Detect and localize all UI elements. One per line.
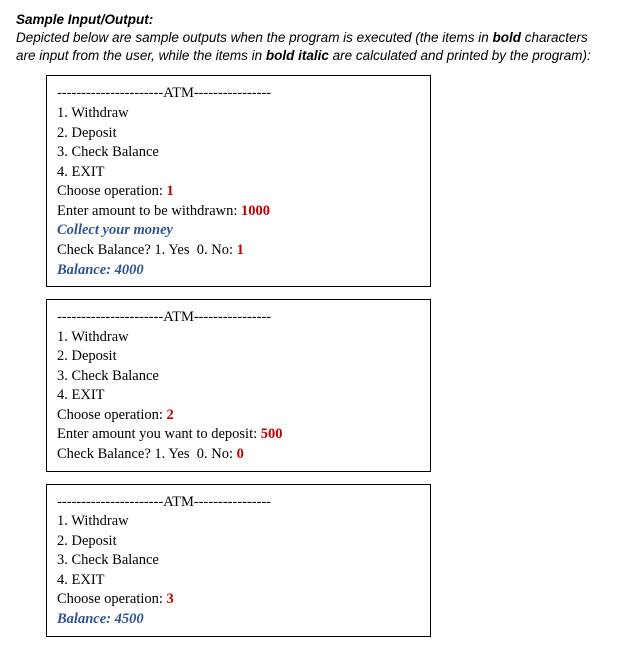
- choose-op-input: 1: [167, 183, 174, 199]
- menu-withdraw: 1. Withdraw: [57, 328, 420, 348]
- atm-header: ----------------------ATM---------------…: [57, 493, 420, 513]
- intro-bold: bold: [493, 30, 522, 45]
- choose-op-label: Choose operation:: [57, 183, 167, 199]
- menu-check-balance: 3. Check Balance: [57, 367, 420, 387]
- checkbal-line: Check Balance? 1. Yes 0. No: 0: [57, 445, 420, 465]
- withdraw-label: Enter amount to be withdrawn:: [57, 203, 241, 219]
- checkbal-input: 0: [237, 446, 244, 462]
- balance-output: Balance: 4000: [57, 261, 420, 281]
- menu-check-balance: 3. Check Balance: [57, 143, 420, 163]
- menu-exit: 4. EXIT: [57, 163, 420, 183]
- deposit-line: Enter amount you want to deposit: 500: [57, 425, 420, 445]
- withdraw-input: 1000: [241, 203, 270, 219]
- checkbal-input: 1: [237, 242, 244, 258]
- atm-header: ----------------------ATM---------------…: [57, 84, 420, 104]
- withdraw-line: Enter amount to be withdrawn: 1000: [57, 202, 420, 222]
- deposit-label: Enter amount you want to deposit:: [57, 426, 261, 442]
- atm-header: ----------------------ATM---------------…: [57, 308, 420, 328]
- checkbal-label: Check Balance? 1. Yes 0. No:: [57, 446, 237, 462]
- intro-part3: are calculated and printed by the progra…: [329, 48, 591, 63]
- sample-box-2: ----------------------ATM---------------…: [46, 299, 431, 472]
- intro-paragraph: Depicted below are sample outputs when t…: [16, 29, 610, 65]
- menu-withdraw: 1. Withdraw: [57, 104, 420, 124]
- choose-op-input: 3: [167, 591, 174, 607]
- intro-bold-italic: bold italic: [266, 48, 329, 63]
- deposit-input: 500: [261, 426, 283, 442]
- choose-op-label: Choose operation:: [57, 407, 167, 423]
- choose-op-line: Choose operation: 2: [57, 406, 420, 426]
- choose-op-label: Choose operation:: [57, 591, 167, 607]
- sample-box-3: ----------------------ATM---------------…: [46, 484, 431, 637]
- menu-withdraw: 1. Withdraw: [57, 512, 420, 532]
- checkbal-line: Check Balance? 1. Yes 0. No: 1: [57, 241, 420, 261]
- menu-deposit: 2. Deposit: [57, 347, 420, 367]
- menu-deposit: 2. Deposit: [57, 124, 420, 144]
- sample-box-1: ----------------------ATM---------------…: [46, 75, 431, 287]
- menu-exit: 4. EXIT: [57, 571, 420, 591]
- menu-exit: 4. EXIT: [57, 386, 420, 406]
- balance-output: Balance: 4500: [57, 610, 420, 630]
- intro-part1: Depicted below are sample outputs when t…: [16, 30, 493, 45]
- menu-check-balance: 3. Check Balance: [57, 551, 420, 571]
- choose-op-input: 2: [167, 407, 174, 423]
- choose-op-line: Choose operation: 3: [57, 590, 420, 610]
- section-heading: Sample Input/Output:: [16, 12, 610, 27]
- checkbal-label: Check Balance? 1. Yes 0. No:: [57, 242, 237, 258]
- choose-op-line: Choose operation: 1: [57, 182, 420, 202]
- menu-deposit: 2. Deposit: [57, 532, 420, 552]
- collect-money-output: Collect your money: [57, 221, 420, 241]
